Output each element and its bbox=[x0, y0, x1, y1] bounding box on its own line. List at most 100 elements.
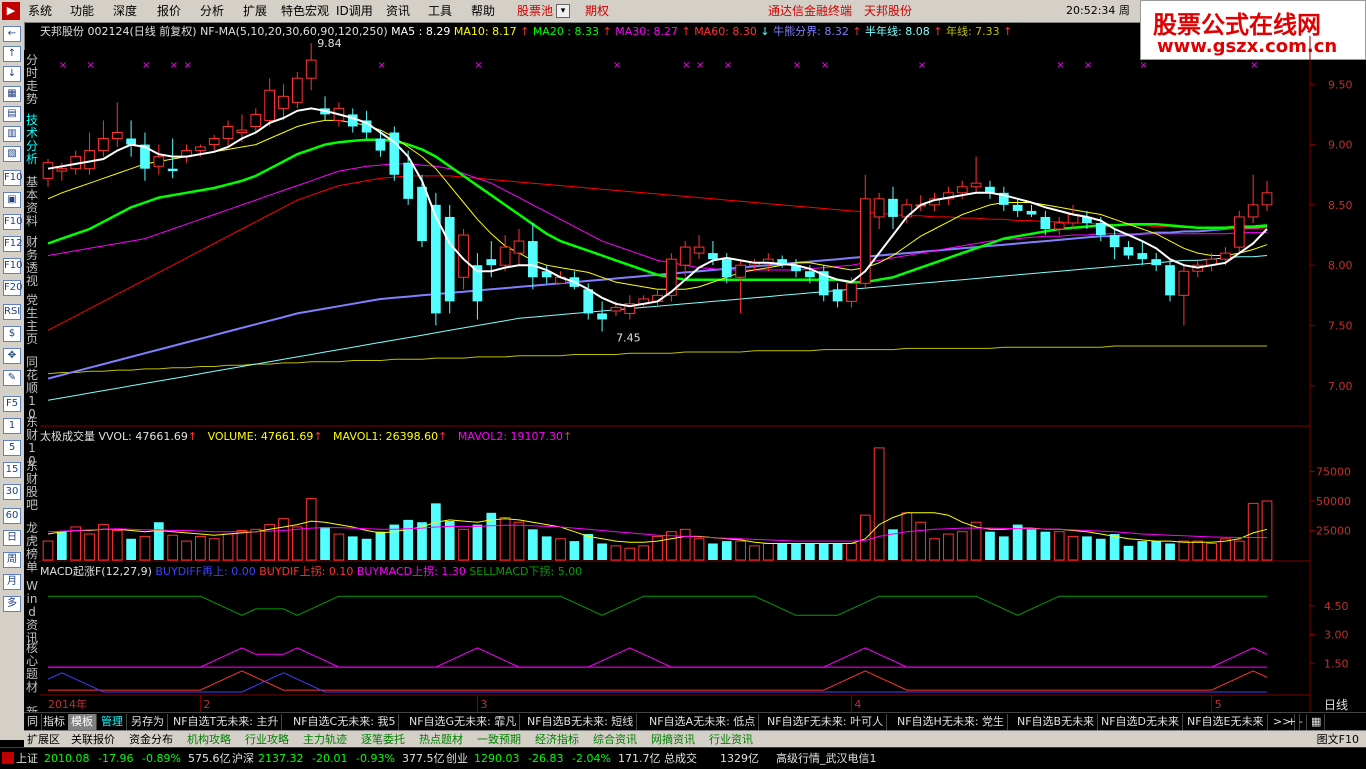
toolbar-icon-12[interactable]: F20 bbox=[3, 280, 22, 296]
toolbar-icon-14[interactable]: $ bbox=[3, 326, 21, 342]
menu-stock-pool[interactable]: 股票池 bbox=[517, 0, 553, 22]
toolbar-icon-25[interactable]: 月 bbox=[3, 574, 21, 590]
toolbar-icon-22[interactable]: 60 bbox=[3, 508, 21, 524]
template-tab-6[interactable]: NF自选C无未来: 我5 bbox=[290, 714, 400, 730]
template-tab-7[interactable]: NF自选G无未来: 霏凡 bbox=[406, 714, 521, 730]
candle-body bbox=[403, 162, 414, 199]
template-tab-1[interactable]: 指标 bbox=[40, 714, 69, 730]
info-tab-10[interactable]: 综合资讯 bbox=[590, 732, 640, 747]
vtab-10[interactable]: 核心题材 bbox=[25, 642, 39, 694]
toolbar-icon-21[interactable]: 30 bbox=[3, 484, 21, 500]
vtab-3[interactable]: 财务透视 bbox=[25, 236, 39, 288]
info-tab-11[interactable]: 网摘资讯 bbox=[648, 732, 698, 747]
toolbar-icon-0[interactable]: ← bbox=[3, 26, 21, 42]
vtab-9[interactable]: Wind资讯 bbox=[25, 580, 39, 645]
toolbar-icon-20[interactable]: 15 bbox=[3, 462, 21, 478]
toolbar-icon-1[interactable]: ↑ bbox=[3, 46, 21, 62]
cy-name[interactable]: 创业 bbox=[446, 750, 468, 767]
toolbar-icon-10[interactable]: F12 bbox=[3, 236, 22, 252]
menu-quote[interactable]: 报价 bbox=[157, 0, 181, 22]
menu-help[interactable]: 帮助 bbox=[471, 0, 495, 22]
signal-marker: × bbox=[1084, 60, 1092, 71]
toolbar-icon-4[interactable]: ▤ bbox=[3, 106, 21, 122]
chevron-down-icon[interactable]: ▾ bbox=[556, 4, 570, 18]
info-tab-9[interactable]: 经济指标 bbox=[532, 732, 582, 747]
candle-body bbox=[735, 264, 746, 278]
app-logo-icon[interactable]: ▶ bbox=[2, 2, 20, 20]
vtab-5[interactable]: 同花顺10 bbox=[25, 356, 39, 421]
template-tab-5[interactable]: NF自选T无未来: 主升 bbox=[170, 714, 283, 730]
vtab-8[interactable]: 龙虎榜单 bbox=[25, 522, 39, 574]
toolbar-icon-17[interactable]: F5 bbox=[3, 396, 21, 412]
toolbar-icon-26[interactable]: 多 bbox=[3, 596, 21, 612]
template-tab-11[interactable]: NF自选H无未来: 党生 bbox=[894, 714, 1009, 730]
hs-name[interactable]: 沪深 bbox=[232, 750, 254, 767]
toolbar-icon-3[interactable]: ▦ bbox=[3, 86, 21, 102]
template-tab-2[interactable]: 模板 bbox=[68, 714, 97, 730]
volume-bar bbox=[555, 538, 566, 561]
toolbar-icon-7[interactable]: F10 bbox=[3, 170, 22, 186]
promo-stock[interactable]: 天邦股份 bbox=[864, 0, 912, 22]
menu-system[interactable]: 系统 bbox=[28, 0, 52, 22]
template-tab-8[interactable]: NF自选B无未来: 短线 bbox=[524, 714, 638, 730]
template-tab-14[interactable]: NF自选E无未来 bbox=[1184, 714, 1268, 730]
toolbar-icon-24[interactable]: 周 bbox=[3, 552, 21, 568]
toolbar-icon-5[interactable]: ▥ bbox=[3, 126, 21, 142]
info-tab-5[interactable]: 主力轨迹 bbox=[300, 732, 350, 747]
info-tab-2[interactable]: 资金分布 bbox=[126, 732, 176, 747]
template-tab-10[interactable]: NF自选F无未来: 叶可人 bbox=[764, 714, 888, 730]
menu-depth[interactable]: 深度 bbox=[113, 0, 137, 22]
template-tab-17[interactable]: - bbox=[1296, 714, 1307, 730]
vtab-7[interactable]: 东财股吧 bbox=[25, 460, 39, 512]
info-tab-6[interactable]: 逐笔委托 bbox=[358, 732, 408, 747]
menu-options[interactable]: 期权 bbox=[585, 0, 609, 22]
toolbar-icon-8[interactable]: ▣ bbox=[3, 192, 21, 208]
info-tab-1[interactable]: 关联报价 bbox=[68, 732, 118, 747]
toolbar-icon-23[interactable]: 日 bbox=[3, 530, 21, 546]
vtab-4[interactable]: 党生主页 bbox=[25, 294, 39, 346]
info-tab-7[interactable]: 热点题材 bbox=[416, 732, 466, 747]
template-tab-12[interactable]: NF自选B无未来 bbox=[1014, 714, 1099, 730]
toolbar-icon-15[interactable]: ✥ bbox=[3, 348, 21, 364]
info-tab-3[interactable]: 机构攻略 bbox=[184, 732, 234, 747]
promo-terminal[interactable]: 通达信金融终端 bbox=[768, 0, 852, 22]
menu-macro[interactable]: 特色宏观 bbox=[281, 0, 329, 22]
toolbar-icon-16[interactable]: ✎ bbox=[3, 370, 21, 386]
candlestick-chart[interactable]: 9.50 9.00 8.50 8.00 7.50 7.00 75000 50000 25000 4… bbox=[40, 22, 1366, 712]
timeframe-label[interactable]: 日线 bbox=[1324, 696, 1348, 713]
template-tab-9[interactable]: NF自选A无未来: 低点 bbox=[646, 714, 760, 730]
info-tab-12[interactable]: 行业资讯 bbox=[706, 732, 756, 747]
toolbar-icon-6[interactable]: ▧ bbox=[3, 146, 21, 162]
template-tab-3[interactable]: 管理 bbox=[98, 714, 127, 730]
sh-name[interactable]: 上证 bbox=[16, 750, 38, 767]
toolbar-icon-19[interactable]: 5 bbox=[3, 440, 21, 456]
vtab-0[interactable]: 分时走势 bbox=[25, 54, 39, 106]
chart-area[interactable]: 9.50 9.00 8.50 8.00 7.50 7.00 75000 50000 25000 4… bbox=[40, 22, 1366, 712]
mavol2-label: MAVOL2: 19107.30 bbox=[457, 430, 564, 443]
toolbar-icon-18[interactable]: 1 bbox=[3, 418, 21, 434]
menu-id-call[interactable]: ID调用 bbox=[336, 0, 373, 22]
info-tab-4[interactable]: 行业攻略 bbox=[242, 732, 292, 747]
menu-extend[interactable]: 扩展 bbox=[243, 0, 267, 22]
menu-analysis[interactable]: 分析 bbox=[200, 0, 224, 22]
toolbar-icon-11[interactable]: F10 bbox=[3, 258, 22, 274]
volume-bar bbox=[735, 540, 746, 561]
toolbar-icon-13[interactable]: RSI bbox=[3, 304, 21, 320]
toolbar-icon-9[interactable]: F10 bbox=[3, 214, 22, 230]
f10-button[interactable]: 图文F10 bbox=[1314, 732, 1362, 747]
vtab-2[interactable]: 基本资料 bbox=[25, 176, 39, 228]
menu-tools[interactable]: 工具 bbox=[428, 0, 452, 22]
menu-function[interactable]: 功能 bbox=[70, 0, 94, 22]
vtab-1[interactable]: 技术分析 bbox=[25, 114, 39, 166]
template-tab-13[interactable]: NF自选D无未来 bbox=[1098, 714, 1184, 730]
volume-bar bbox=[126, 538, 136, 560]
news-ticker[interactable]: 高级行情_武汉电信1 bbox=[776, 750, 877, 767]
info-tab-0[interactable]: 扩展区 bbox=[24, 732, 63, 747]
template-tab-18[interactable]: ▦ bbox=[1308, 714, 1326, 730]
info-tab-8[interactable]: 一致预期 bbox=[474, 732, 524, 747]
toolbar-icon-2[interactable]: ↓ bbox=[3, 66, 21, 82]
volume-bar bbox=[236, 530, 248, 561]
menu-news[interactable]: 资讯 bbox=[386, 0, 410, 22]
template-tab-4[interactable]: 另存为 bbox=[128, 714, 168, 730]
bull-bear-label: 牛熊分界: 8.32 bbox=[773, 25, 849, 38]
